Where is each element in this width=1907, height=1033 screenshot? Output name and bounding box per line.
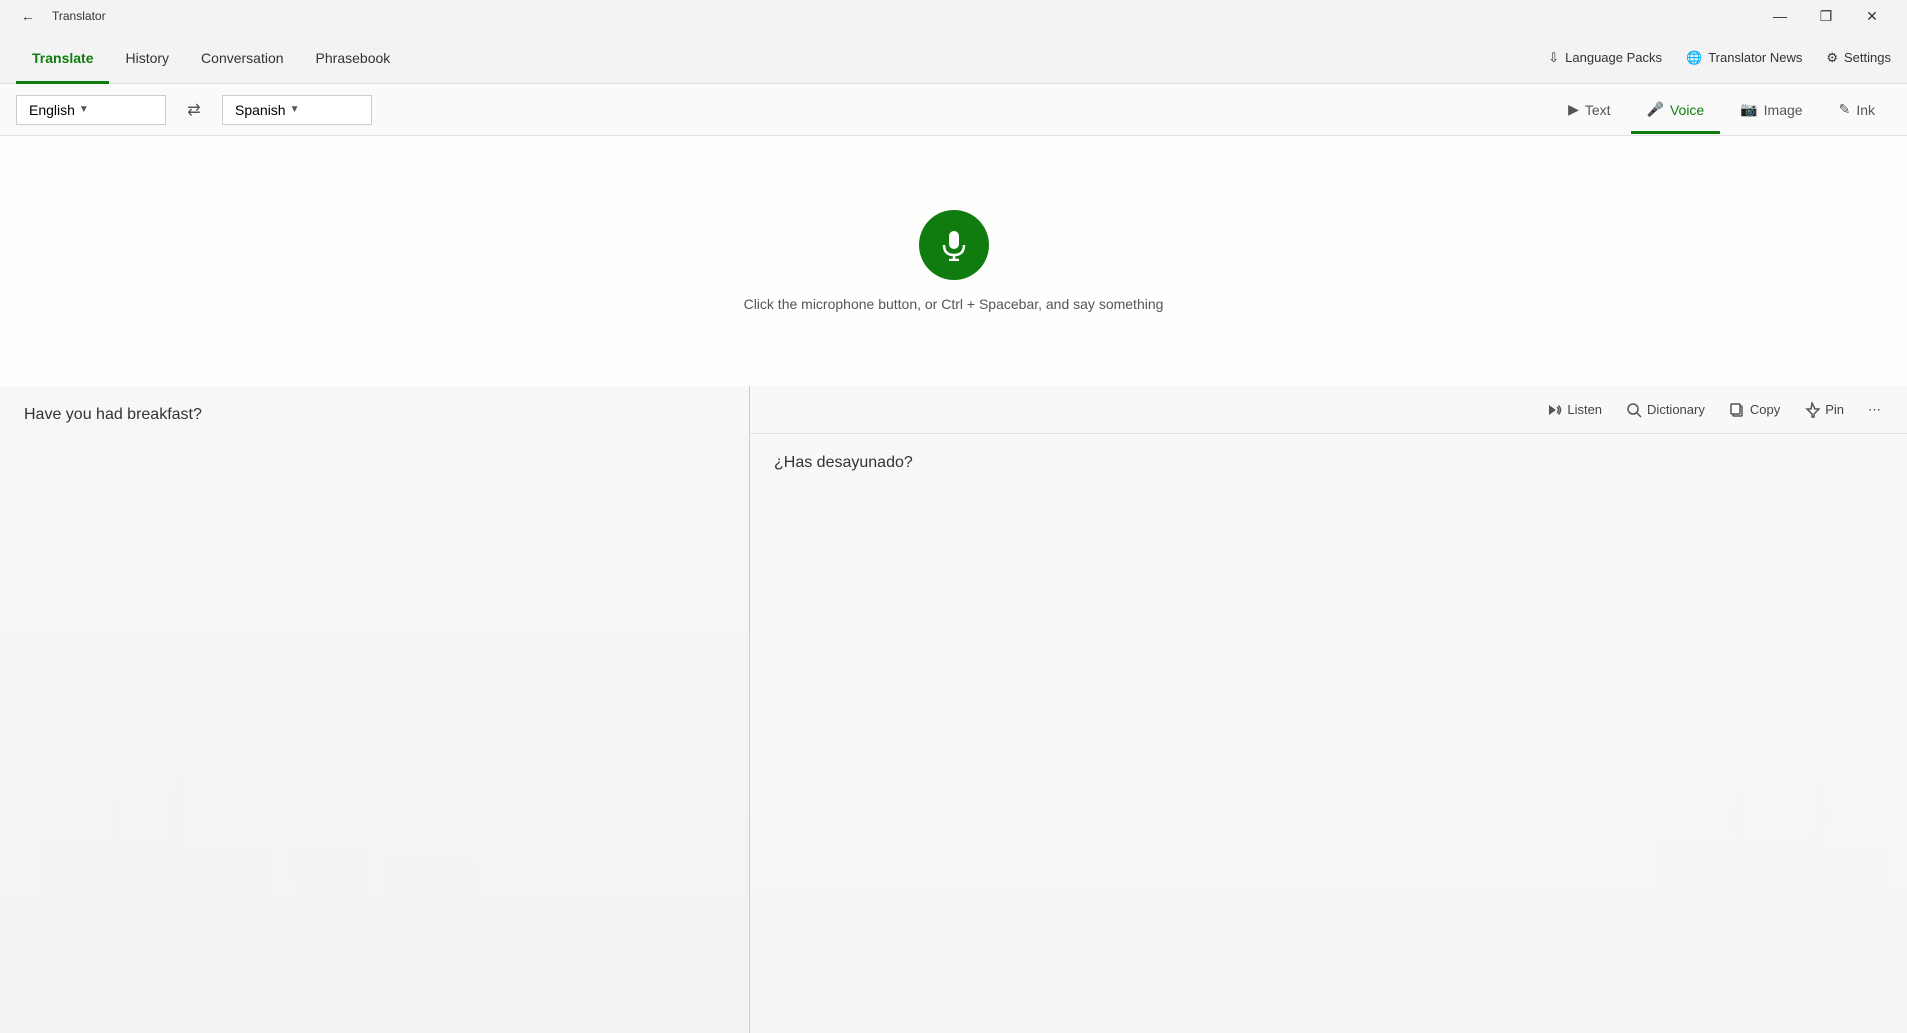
pin-button[interactable]: Pin bbox=[1794, 397, 1854, 423]
nav-translate[interactable]: Translate bbox=[16, 32, 109, 84]
nav-left: Translate History Conversation Phraseboo… bbox=[16, 32, 406, 84]
title-bar-left: ← Translator bbox=[12, 0, 106, 32]
microphone-icon bbox=[938, 229, 970, 261]
translator-news-button[interactable]: 🌐 Translator News bbox=[1686, 50, 1802, 66]
mode-ink[interactable]: ✎ Ink bbox=[1823, 86, 1891, 134]
back-button[interactable]: ← bbox=[12, 0, 44, 32]
app-title: Translator bbox=[52, 9, 106, 23]
more-icon: ⋯ bbox=[1868, 402, 1881, 418]
microphone-button[interactable] bbox=[919, 210, 989, 280]
title-bar-controls: — ❐ ✕ bbox=[1757, 0, 1895, 32]
source-text: Have you had breakfast? bbox=[24, 406, 202, 423]
listen-icon bbox=[1546, 402, 1562, 418]
ink-label: Ink bbox=[1856, 102, 1875, 118]
right-panel: ¿Has desayunado? bbox=[750, 386, 1907, 1033]
nav-bar: Translate History Conversation Phraseboo… bbox=[0, 32, 1907, 84]
image-icon: 📷 bbox=[1740, 101, 1757, 118]
language-packs-label: Language Packs bbox=[1565, 50, 1662, 65]
voice-panel: Click the microphone button, or Ctrl + S… bbox=[0, 136, 1907, 386]
mode-voice[interactable]: 🎤 Voice bbox=[1631, 86, 1721, 134]
minimize-button[interactable]: — bbox=[1757, 0, 1803, 32]
dictionary-label: Dictionary bbox=[1647, 402, 1705, 417]
source-lang-arrow: ▼ bbox=[79, 104, 89, 115]
settings-button[interactable]: ⚙ Settings bbox=[1826, 50, 1891, 66]
copy-label: Copy bbox=[1750, 402, 1780, 417]
language-packs-button[interactable]: ⇩ Language Packs bbox=[1548, 50, 1662, 66]
listen-label: Listen bbox=[1567, 402, 1602, 417]
mode-text[interactable]: ▶ Text bbox=[1552, 86, 1626, 134]
source-lang-select[interactable]: English ▼ bbox=[16, 95, 166, 125]
target-lang-select[interactable]: Spanish ▼ bbox=[222, 95, 372, 125]
ink-icon: ✎ bbox=[1839, 101, 1851, 118]
panels-row: Have you had breakfast? ¿Has desayunado? bbox=[0, 386, 1907, 1033]
dictionary-icon bbox=[1626, 402, 1642, 418]
swap-lang-button[interactable]: ⇄ bbox=[178, 94, 210, 126]
target-lang-label: Spanish bbox=[235, 102, 286, 118]
settings-icon: ⚙ bbox=[1826, 50, 1838, 66]
title-bar: ← Translator — ❐ ✕ bbox=[0, 0, 1907, 32]
voice-icon: 🎤 bbox=[1647, 101, 1664, 118]
close-button[interactable]: ✕ bbox=[1849, 0, 1895, 32]
more-button[interactable]: ⋯ bbox=[1858, 397, 1891, 423]
result-toolbar: Listen Dictionary Copy Pin ⋯ bbox=[750, 386, 1907, 434]
main-area: Click the microphone button, or Ctrl + S… bbox=[0, 136, 1907, 1033]
listen-button[interactable]: Listen bbox=[1536, 397, 1612, 423]
nav-phrasebook[interactable]: Phrasebook bbox=[300, 32, 407, 84]
target-lang-arrow: ▼ bbox=[290, 104, 300, 115]
text-icon: ▶ bbox=[1568, 101, 1579, 118]
copy-button[interactable]: Copy bbox=[1719, 397, 1790, 423]
mode-image[interactable]: 📷 Image bbox=[1724, 86, 1818, 134]
globe-icon: 🌐 bbox=[1686, 50, 1702, 66]
source-lang-label: English bbox=[29, 102, 75, 118]
copy-icon bbox=[1729, 402, 1745, 418]
lang-left: English ▼ ⇄ Spanish ▼ bbox=[16, 94, 372, 126]
nav-right: ⇩ Language Packs 🌐 Translator News ⚙ Set… bbox=[1548, 50, 1891, 66]
voice-label: Voice bbox=[1670, 102, 1704, 118]
left-panel: Have you had breakfast? bbox=[0, 386, 750, 1033]
nav-history[interactable]: History bbox=[109, 32, 185, 84]
dictionary-button[interactable]: Dictionary bbox=[1616, 397, 1715, 423]
text-label: Text bbox=[1585, 102, 1611, 118]
settings-label: Settings bbox=[1844, 50, 1891, 65]
translator-news-label: Translator News bbox=[1708, 50, 1802, 65]
mode-right: ▶ Text 🎤 Voice 📷 Image ✎ Ink bbox=[1552, 86, 1891, 134]
translated-text: ¿Has desayunado? bbox=[774, 454, 913, 471]
nav-conversation[interactable]: Conversation bbox=[185, 32, 300, 84]
pin-icon bbox=[1804, 402, 1820, 418]
restore-button[interactable]: ❐ bbox=[1803, 0, 1849, 32]
mic-hint-text: Click the microphone button, or Ctrl + S… bbox=[744, 296, 1164, 312]
image-label: Image bbox=[1764, 102, 1803, 118]
swap-icon: ⇄ bbox=[187, 100, 200, 120]
pin-label: Pin bbox=[1825, 402, 1844, 417]
download-icon: ⇩ bbox=[1548, 50, 1559, 66]
lang-bar: English ▼ ⇄ Spanish ▼ ▶ Text 🎤 Voice 📷 I… bbox=[0, 84, 1907, 136]
